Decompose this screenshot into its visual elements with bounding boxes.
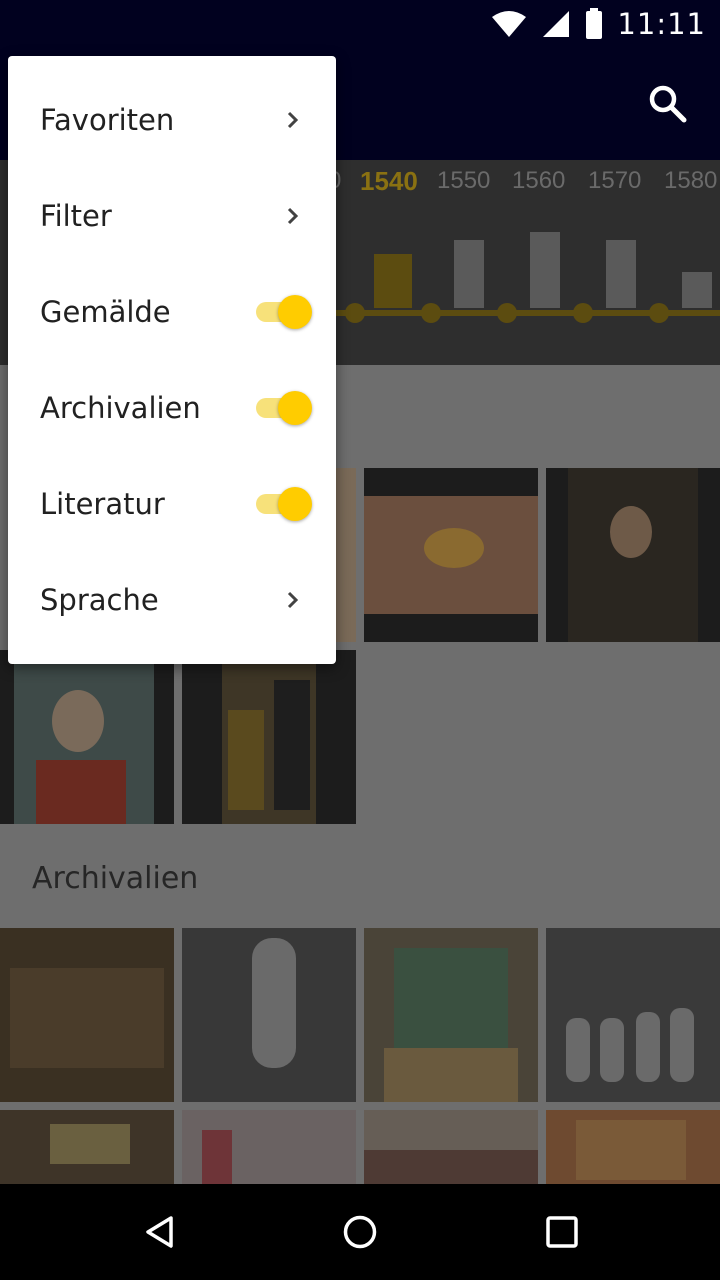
menu-item-filter[interactable]: Filter	[8, 168, 336, 264]
timeline-dot	[649, 303, 669, 323]
timeline-dot	[421, 303, 441, 323]
chevron-right-icon	[287, 591, 299, 609]
home-icon	[343, 1215, 377, 1249]
battery-icon	[586, 8, 603, 39]
recents-button[interactable]	[532, 1202, 592, 1262]
gemaelde-toggle[interactable]	[252, 294, 314, 330]
chevron-right-icon	[287, 207, 299, 225]
artwork-thumb[interactable]	[364, 468, 538, 642]
overflow-menu: Favoriten Filter Gemälde Archivalien Lit…	[8, 56, 336, 664]
archive-thumb[interactable]	[182, 928, 356, 1102]
year-label-1560: 1560	[512, 167, 565, 194]
menu-item-label: Filter	[40, 199, 112, 233]
timeline-dot	[497, 303, 517, 323]
timeline-bar-1570	[606, 240, 636, 308]
timeline-bar-1540	[374, 254, 412, 308]
wifi-icon	[492, 11, 527, 37]
archive-thumb[interactable]	[364, 1110, 538, 1185]
system-nav-bar	[0, 1184, 720, 1280]
recents-icon	[546, 1216, 578, 1248]
status-bar: 11:11	[0, 0, 720, 48]
year-label-1570: 1570	[588, 167, 641, 194]
archive-thumb[interactable]	[546, 928, 720, 1102]
toggle-knob	[278, 487, 312, 521]
menu-item-label: Favoriten	[40, 103, 175, 137]
chevron-right-icon	[287, 111, 299, 129]
back-icon	[146, 1216, 173, 1248]
signal-icon	[543, 11, 570, 37]
toggle-knob	[278, 391, 312, 425]
toggle-knob	[278, 295, 312, 329]
menu-item-label: Sprache	[40, 583, 159, 617]
menu-item-label: Gemälde	[40, 295, 171, 329]
menu-item-favoriten[interactable]: Favoriten	[8, 72, 336, 168]
back-button[interactable]	[130, 1202, 190, 1262]
menu-item-archivalien[interactable]: Archivalien	[8, 360, 336, 456]
year-label-selected: 1540	[360, 166, 418, 196]
year-label-1580: 1580	[664, 167, 717, 194]
timeline-dot	[345, 303, 365, 323]
archive-thumb[interactable]	[0, 1110, 174, 1185]
literatur-toggle[interactable]	[252, 486, 314, 522]
search-icon[interactable]	[646, 82, 690, 126]
menu-item-sprache[interactable]: Sprache	[8, 552, 336, 648]
menu-item-label: Literatur	[40, 487, 165, 521]
archive-thumb[interactable]	[546, 1110, 720, 1185]
section-title-archivalien: Archivalien	[32, 861, 199, 896]
timeline-bar-1580	[682, 272, 712, 308]
artwork-thumb[interactable]	[546, 468, 720, 642]
archive-thumb[interactable]	[0, 928, 174, 1102]
timeline-bar-1550	[454, 240, 484, 308]
timeline-bar-1560	[530, 232, 560, 308]
timeline-dot	[573, 303, 593, 323]
home-button[interactable]	[330, 1202, 390, 1262]
menu-item-literatur[interactable]: Literatur	[8, 456, 336, 552]
menu-item-label: Archivalien	[40, 391, 201, 425]
artwork-thumb[interactable]	[0, 650, 174, 824]
archive-thumb[interactable]	[364, 928, 538, 1102]
artwork-thumb[interactable]	[182, 650, 356, 824]
menu-item-gemaelde[interactable]: Gemälde	[8, 264, 336, 360]
archivalien-toggle[interactable]	[252, 390, 314, 426]
year-label-1550: 1550	[437, 167, 490, 194]
status-time: 11:11	[617, 7, 706, 41]
archive-thumb[interactable]	[182, 1110, 356, 1185]
